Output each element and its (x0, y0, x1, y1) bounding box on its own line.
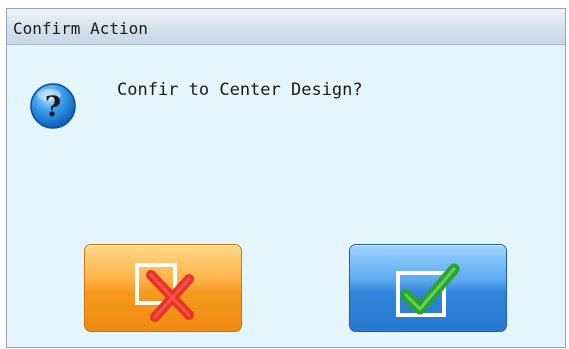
question-icon: ? (29, 82, 77, 130)
confirm-dialog: Confirm Action ? Confir to Center Design… (6, 8, 566, 348)
dialog-title: Confirm Action (13, 19, 148, 38)
cancel-x-icon (135, 263, 194, 322)
dialog-message: Confir to Center Design? (117, 80, 363, 100)
confirm-button[interactable] (349, 244, 507, 332)
svg-text:?: ? (45, 90, 61, 123)
confirm-check-icon (396, 263, 460, 317)
cancel-button[interactable] (84, 244, 242, 332)
dialog-titlebar[interactable]: Confirm Action (7, 9, 565, 45)
